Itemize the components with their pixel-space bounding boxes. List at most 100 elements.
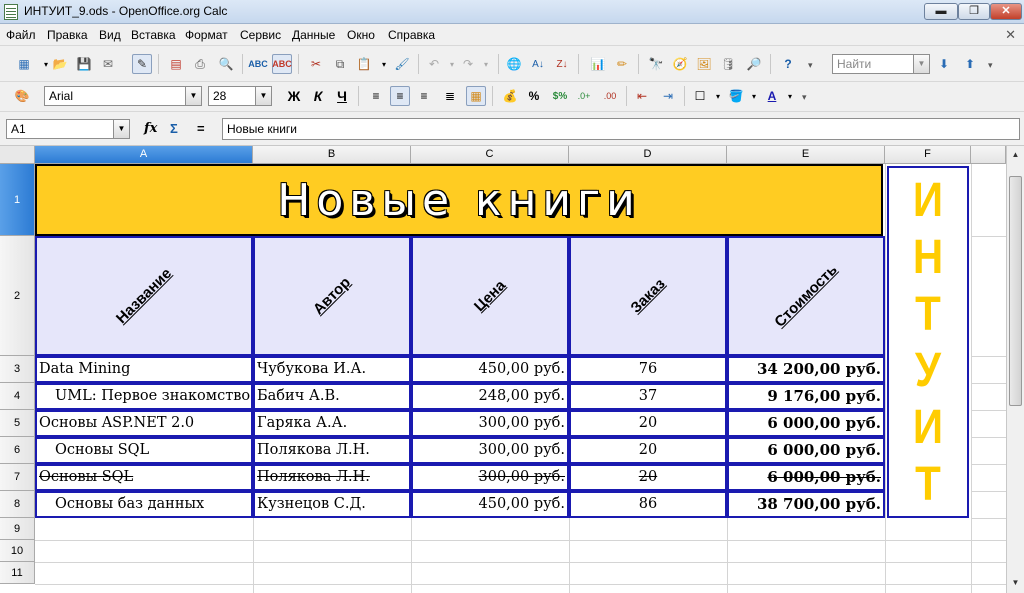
cell-total[interactable]: 34 200,00 руб. <box>727 356 885 383</box>
minimize-button[interactable]: ▬ <box>924 3 958 20</box>
background-color-icon[interactable]: 🪣 <box>726 86 746 106</box>
column-header-a[interactable]: A <box>35 146 253 164</box>
font-name-select[interactable]: Arial ▼ <box>44 86 202 106</box>
align-center-icon[interactable]: ≡ <box>390 86 410 106</box>
background-dropdown-icon[interactable]: ▾ <box>744 86 764 106</box>
print-icon[interactable]: ⎙ <box>190 54 210 74</box>
maximize-button[interactable]: ❐ <box>958 3 990 20</box>
close-document-icon[interactable]: ✕ <box>1005 27 1016 43</box>
percent-format-icon[interactable]: % <box>524 86 544 106</box>
format-toolbar-options-icon[interactable]: ▾ <box>802 92 812 103</box>
row-header-1[interactable]: 1 <box>0 164 35 236</box>
column-header-d[interactable]: D <box>569 146 727 164</box>
row-header-5[interactable]: 5 <box>0 410 35 437</box>
scrollbar-thumb[interactable] <box>1009 176 1022 406</box>
cell-author[interactable]: Кузнецов С.Д. <box>253 491 411 518</box>
clone-formatting-icon[interactable]: 🖌 <box>392 54 412 74</box>
sort-ascending-icon[interactable]: A↓ <box>528 54 548 74</box>
header-cell-price[interactable]: Цена <box>411 236 569 356</box>
cell-price-strikethrough[interactable]: 300,00 руб. <box>411 464 569 491</box>
help-icon[interactable]: ? <box>778 54 798 74</box>
column-header-f[interactable]: F <box>885 146 971 164</box>
show-draw-functions-icon[interactable]: ✏ <box>612 54 632 74</box>
close-button[interactable]: ✕ <box>990 3 1022 20</box>
paste-icon[interactable]: 📋 <box>354 54 374 74</box>
sum-icon[interactable]: Σ <box>170 121 178 136</box>
row-header-6[interactable]: 6 <box>0 437 35 464</box>
cut-icon[interactable]: ✂ <box>306 54 326 74</box>
delete-decimal-icon[interactable]: .00 <box>600 86 620 106</box>
cell-qty[interactable]: 37 <box>569 383 727 410</box>
cell-author[interactable]: Чубукова И.А. <box>253 356 411 383</box>
cell-name[interactable]: Основы ASP.NET 2.0 <box>35 410 253 437</box>
undo-icon[interactable]: ↶ <box>424 54 444 74</box>
cell-total-strikethrough[interactable]: 6 000,00 руб. <box>727 464 885 491</box>
sort-descending-icon[interactable]: Z↓ <box>552 54 572 74</box>
borders-icon[interactable]: ☐ <box>690 86 710 106</box>
autospellcheck-icon[interactable]: ABC <box>272 54 292 74</box>
scroll-down-icon[interactable]: ▼ <box>1009 576 1022 589</box>
cell-price[interactable]: 450,00 руб. <box>411 356 569 383</box>
formula-input[interactable]: Новые книги <box>222 118 1020 140</box>
paste-dropdown-icon[interactable]: ▾ <box>374 54 394 74</box>
cell-price[interactable]: 450,00 руб. <box>411 491 569 518</box>
menu-file[interactable]: Файл <box>6 28 36 42</box>
cell-qty[interactable]: 20 <box>569 437 727 464</box>
zoom-icon[interactable]: 🔎 <box>744 54 764 74</box>
add-decimal-icon[interactable]: .0+ <box>574 86 594 106</box>
menu-tools[interactable]: Сервис <box>240 28 281 42</box>
cell-name[interactable]: Data Mining <box>35 356 253 383</box>
font-size-select[interactable]: 28 ▼ <box>208 86 272 106</box>
merge-cells-icon[interactable]: ▦ <box>466 86 486 106</box>
vertical-text-cell[interactable]: И Н Т У И Т <box>887 166 969 518</box>
font-color-dropdown-icon[interactable]: ▾ <box>780 86 800 106</box>
cell-name[interactable]: Основы SQL <box>35 437 253 464</box>
styles-formatting-icon[interactable]: 🎨 <box>12 86 32 106</box>
standard-format-icon[interactable]: $% <box>550 86 570 106</box>
page-preview-icon[interactable]: 🔍 <box>216 54 236 74</box>
row-header-7[interactable]: 7 <box>0 464 35 491</box>
underline-button[interactable]: Ч <box>332 86 352 106</box>
menu-insert[interactable]: Вставка <box>131 28 176 42</box>
font-color-icon[interactable]: A <box>762 86 782 106</box>
redo-dropdown-icon[interactable]: ▾ <box>476 54 496 74</box>
cell-price[interactable]: 300,00 руб. <box>411 437 569 464</box>
decrease-indent-icon[interactable]: ⇤ <box>632 86 652 106</box>
new-document-icon[interactable]: ▦ <box>14 54 34 74</box>
font-size-dropdown-icon[interactable]: ▼ <box>255 87 271 105</box>
cell-qty[interactable]: 86 <box>569 491 727 518</box>
cell-author[interactable]: Гаряка А.А. <box>253 410 411 437</box>
header-cell-qty[interactable]: Заказ <box>569 236 727 356</box>
cell-price[interactable]: 300,00 руб. <box>411 410 569 437</box>
menu-data[interactable]: Данные <box>292 28 335 42</box>
header-cell-total[interactable]: Стоимость <box>727 236 885 356</box>
spellcheck-icon[interactable]: ABC <box>248 54 268 74</box>
title-cell[interactable]: Новые книги <box>35 164 883 236</box>
row-header-11[interactable]: 11 <box>0 562 35 584</box>
email-icon[interactable]: ✉ <box>98 54 118 74</box>
cell-total[interactable]: 38 700,00 руб. <box>727 491 885 518</box>
copy-icon[interactable]: ⧉ <box>330 54 350 74</box>
find-previous-icon[interactable]: ⬆ <box>960 54 980 74</box>
row-header-3[interactable]: 3 <box>0 356 35 383</box>
hyperlink-icon[interactable]: 🌐 <box>504 54 524 74</box>
italic-button[interactable]: К <box>308 86 328 106</box>
row-header-2[interactable]: 2 <box>0 236 35 356</box>
cell-name[interactable]: Основы баз данных <box>35 491 253 518</box>
redo-icon[interactable]: ↷ <box>458 54 478 74</box>
header-cell-name[interactable]: Название <box>35 236 253 356</box>
navigator-icon[interactable]: 🧭 <box>670 54 690 74</box>
font-name-dropdown-icon[interactable]: ▼ <box>185 87 201 105</box>
column-header-c[interactable]: C <box>411 146 569 164</box>
cell-total[interactable]: 6 000,00 руб. <box>727 410 885 437</box>
bold-button[interactable]: Ж <box>284 86 304 106</box>
cell-author-strikethrough[interactable]: Полякова Л.Н. <box>253 464 411 491</box>
cell-price[interactable]: 248,00 руб. <box>411 383 569 410</box>
cell-qty-strikethrough[interactable]: 20 <box>569 464 727 491</box>
find-next-icon[interactable]: ⬇ <box>934 54 954 74</box>
row-header-4[interactable]: 4 <box>0 383 35 410</box>
find-toolbar-options-icon[interactable]: ▾ <box>988 60 998 71</box>
row-header-8[interactable]: 8 <box>0 491 35 518</box>
menu-format[interactable]: Формат <box>185 28 228 42</box>
menu-view[interactable]: Вид <box>99 28 121 42</box>
